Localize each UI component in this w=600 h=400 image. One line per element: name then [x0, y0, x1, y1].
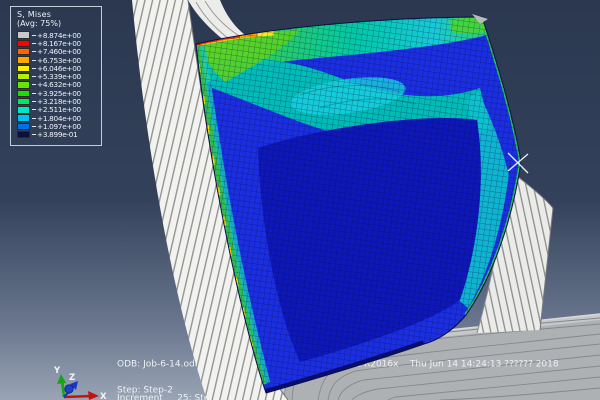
legend-subtitle: (Avg: 75%)	[17, 19, 101, 28]
legend-swatch	[17, 98, 30, 105]
legend-swatch	[17, 106, 30, 113]
legend-tick	[32, 60, 36, 61]
triad-z-label: Z	[69, 373, 75, 383]
legend-tick	[32, 76, 36, 77]
legend-tick	[32, 118, 36, 119]
contour-legend: S, Mises (Avg: 75%) +8.874e+00 +8.167e+0…	[10, 6, 102, 146]
legend-tick	[32, 93, 36, 94]
legend-swatch	[17, 131, 30, 138]
legend-tick	[32, 101, 36, 102]
legend-swatch	[17, 81, 30, 88]
legend-swatch	[17, 40, 30, 47]
legend-swatch	[17, 65, 30, 72]
legend-entry: +3.899e-01	[17, 131, 101, 139]
legend-tick	[32, 35, 36, 36]
legend-rows: +8.874e+00 +8.167e+00 +7.460e+00 +6.753e…	[17, 31, 101, 139]
legend-value: +3.899e-01	[37, 130, 77, 139]
abaqus-viewport: ODB: Job-6-14.odb Abaqus/Standard 3DEXPE…	[0, 0, 600, 400]
legend-tick	[32, 43, 36, 44]
triad-y-label: Y	[53, 366, 61, 376]
legend-tick	[32, 126, 36, 127]
legend-swatch	[17, 123, 30, 130]
legend-swatch	[17, 48, 30, 55]
triad-x-label: X	[100, 392, 107, 400]
legend-tick	[32, 51, 36, 52]
legend-swatch	[17, 114, 30, 121]
legend-swatch	[17, 31, 30, 38]
legend-swatch	[17, 73, 30, 80]
legend-title: S, Mises	[17, 10, 101, 19]
legend-tick	[32, 68, 36, 69]
legend-swatch	[17, 56, 30, 63]
legend-tick	[32, 84, 36, 85]
legend-tick	[32, 109, 36, 110]
legend-tick	[32, 134, 36, 135]
legend-swatch	[17, 90, 30, 97]
